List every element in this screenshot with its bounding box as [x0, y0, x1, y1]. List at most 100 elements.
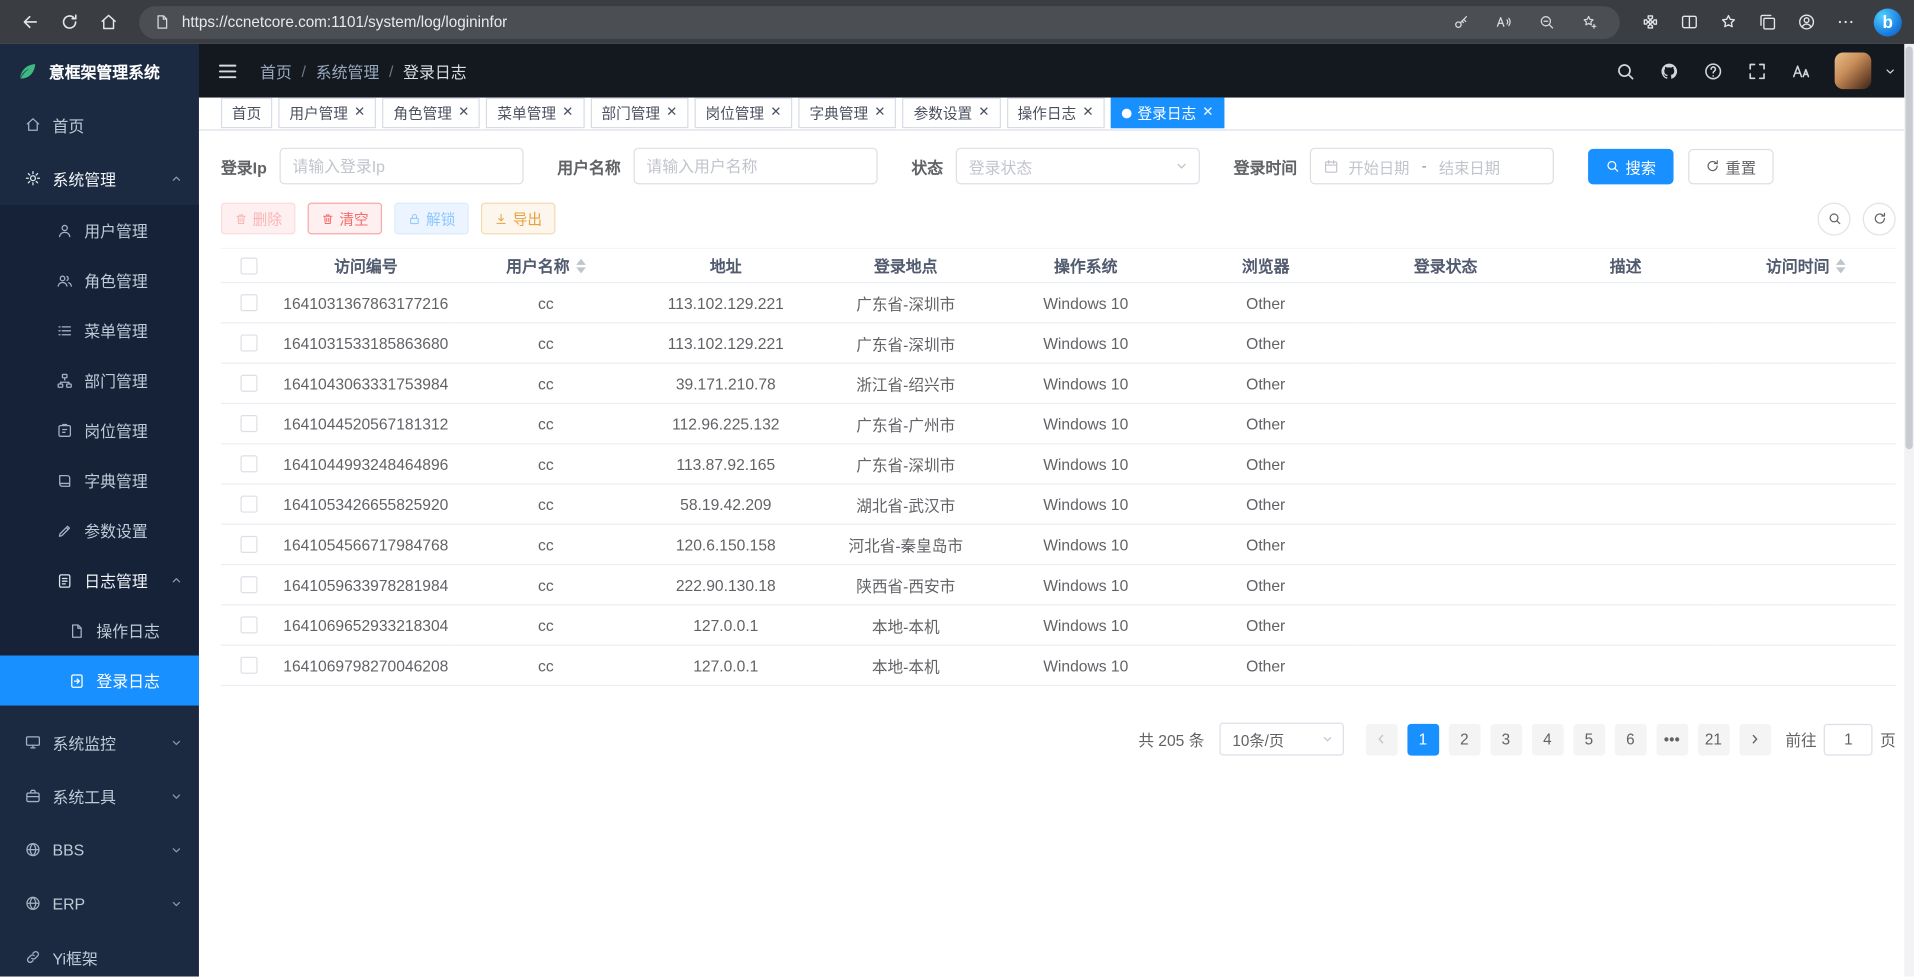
sidebar-item-system-tools[interactable]: 系统工具 [0, 769, 199, 823]
col-header-time[interactable]: 访问时间 [1716, 248, 1896, 282]
tab-home[interactable]: 首页 [221, 98, 272, 129]
page-button-4[interactable]: 4 [1531, 723, 1563, 755]
browser-menu-icon[interactable] [1827, 5, 1864, 39]
row-checkbox[interactable] [240, 294, 257, 311]
tab-post-management[interactable]: 岗位管理 [695, 98, 793, 129]
browser-home-button[interactable] [90, 5, 127, 39]
sort-icons[interactable] [1836, 258, 1846, 273]
page-size-select[interactable]: 10条/页 [1219, 723, 1344, 756]
close-tab-icon[interactable] [354, 106, 365, 119]
select-all-header[interactable] [221, 248, 276, 282]
row-checkbox[interactable] [240, 375, 257, 392]
sidebar-item-user-management[interactable]: 用户管理 [0, 205, 199, 255]
page-button-3[interactable]: 3 [1490, 723, 1522, 755]
tab-dept-management[interactable]: 部门管理 [590, 98, 688, 129]
browser-refresh-button[interactable] [51, 5, 88, 39]
zoom-out-icon[interactable] [1531, 7, 1563, 36]
row-checkbox[interactable] [240, 657, 257, 674]
page-button-2[interactable]: 2 [1448, 723, 1480, 755]
row-checkbox[interactable] [240, 496, 257, 513]
fullscreen-icon[interactable] [1747, 60, 1768, 81]
url-text[interactable]: https://ccnetcore.com:1101/system/log/lo… [182, 13, 1434, 30]
col-header-username[interactable]: 用户名称 [456, 248, 636, 282]
row-checkbox[interactable] [240, 455, 257, 472]
page-button-6[interactable]: 6 [1614, 723, 1646, 755]
sidebar-item-menu-management[interactable]: 菜单管理 [0, 305, 199, 355]
sidebar-item-yi-framework[interactable]: Yi框架 [0, 930, 199, 976]
table-row[interactable]: 1641069798270046208 cc 127.0.0.1 本地-本机 W… [221, 645, 1896, 685]
close-tab-icon[interactable] [666, 106, 677, 119]
extensions-icon[interactable] [1632, 5, 1669, 39]
saved-password-icon[interactable] [1445, 7, 1477, 36]
sidebar-item-system-management[interactable]: 系统管理 [0, 151, 199, 205]
more-pages-button[interactable]: ••• [1656, 723, 1688, 755]
sidebar-item-login-log[interactable]: 登录日志 [0, 655, 199, 705]
delete-button[interactable]: 删除 [221, 203, 295, 235]
sidebar-item-log-management[interactable]: 日志管理 [0, 555, 199, 605]
address-bar[interactable]: https://ccnetcore.com:1101/system/log/lo… [139, 5, 1620, 38]
close-tab-icon[interactable] [770, 106, 781, 119]
page-scrollbar[interactable] [1904, 44, 1914, 977]
github-icon[interactable] [1659, 60, 1680, 81]
read-aloud-icon[interactable] [1488, 7, 1520, 36]
table-row[interactable]: 1641069652933218304 cc 127.0.0.1 本地-本机 W… [221, 605, 1896, 645]
export-button[interactable]: 导出 [481, 203, 555, 235]
sidebar-item-bbs[interactable]: BBS [0, 823, 199, 877]
search-icon[interactable] [1615, 60, 1636, 81]
reset-button[interactable]: 重置 [1688, 148, 1773, 183]
close-tab-icon[interactable] [1082, 106, 1093, 119]
help-icon[interactable] [1703, 60, 1724, 81]
table-row[interactable]: 1641044993248464896 cc 113.87.92.165 广东省… [221, 444, 1896, 484]
row-checkbox[interactable] [240, 334, 257, 351]
sidebar-item-system-monitor[interactable]: 系统监控 [0, 715, 199, 769]
tab-user-management[interactable]: 用户管理 [278, 98, 376, 129]
clear-button[interactable]: 清空 [308, 203, 382, 235]
sidebar-item-dept-management[interactable]: 部门管理 [0, 355, 199, 405]
close-tab-icon[interactable] [874, 106, 885, 119]
table-row[interactable]: 1641054566717984768 cc 120.6.150.158 河北省… [221, 524, 1896, 564]
select-all-checkbox[interactable] [240, 257, 257, 274]
login-time-range-picker[interactable]: 开始日期 - 结束日期 [1309, 148, 1553, 185]
table-row[interactable]: 1641031533185863680 cc 113.102.129.221 广… [221, 323, 1896, 363]
tab-param-settings[interactable]: 参数设置 [903, 98, 1001, 129]
breadcrumb-home[interactable]: 首页 [260, 59, 292, 82]
row-checkbox[interactable] [240, 576, 257, 593]
table-row[interactable]: 1641053426655825920 cc 58.19.42.209 湖北省-… [221, 484, 1896, 524]
row-checkbox[interactable] [240, 616, 257, 633]
tab-dict-management[interactable]: 字典管理 [799, 98, 897, 129]
toggle-search-button[interactable] [1818, 202, 1851, 235]
close-tab-icon[interactable] [1202, 106, 1213, 119]
refresh-table-button[interactable] [1863, 202, 1896, 235]
row-checkbox[interactable] [240, 415, 257, 432]
row-checkbox[interactable] [240, 536, 257, 553]
sidebar-item-dict-management[interactable]: 字典管理 [0, 455, 199, 505]
sidebar-item-post-management[interactable]: 岗位管理 [0, 405, 199, 455]
close-tab-icon[interactable] [458, 106, 469, 119]
close-tab-icon[interactable] [562, 106, 573, 119]
browser-profile-icon[interactable] [1788, 5, 1825, 39]
table-row[interactable]: 1641043063331753984 cc 39.171.210.78 浙江省… [221, 363, 1896, 403]
tab-menu-management[interactable]: 菜单管理 [486, 98, 584, 129]
favorites-icon[interactable] [1710, 5, 1747, 39]
status-select[interactable]: 登录状态 [955, 148, 1199, 185]
font-size-icon[interactable] [1791, 60, 1812, 81]
hamburger-icon[interactable] [216, 59, 239, 82]
page-button-1[interactable]: 1 [1407, 723, 1439, 755]
table-row[interactable]: 1641059633978281984 cc 222.90.130.18 陕西省… [221, 565, 1896, 605]
login-ip-input[interactable] [279, 148, 523, 185]
page-button-21[interactable]: 21 [1697, 723, 1729, 755]
search-button[interactable]: 搜索 [1588, 148, 1673, 183]
page-button-5[interactable]: 5 [1573, 723, 1605, 755]
scrollbar-thumb[interactable] [1905, 46, 1912, 449]
tab-role-management[interactable]: 角色管理 [382, 98, 480, 129]
add-favorite-icon[interactable] [1573, 7, 1605, 36]
close-tab-icon[interactable] [978, 106, 989, 119]
sidebar-item-erp[interactable]: ERP [0, 876, 199, 930]
collections-icon[interactable] [1749, 5, 1786, 39]
split-screen-icon[interactable] [1671, 5, 1708, 39]
tab-login-log[interactable]: 登录日志 [1111, 98, 1225, 129]
unlock-button[interactable]: 解锁 [394, 203, 468, 235]
browser-back-button[interactable] [12, 5, 49, 39]
user-avatar[interactable] [1835, 52, 1872, 89]
prev-page-button[interactable] [1365, 723, 1397, 755]
